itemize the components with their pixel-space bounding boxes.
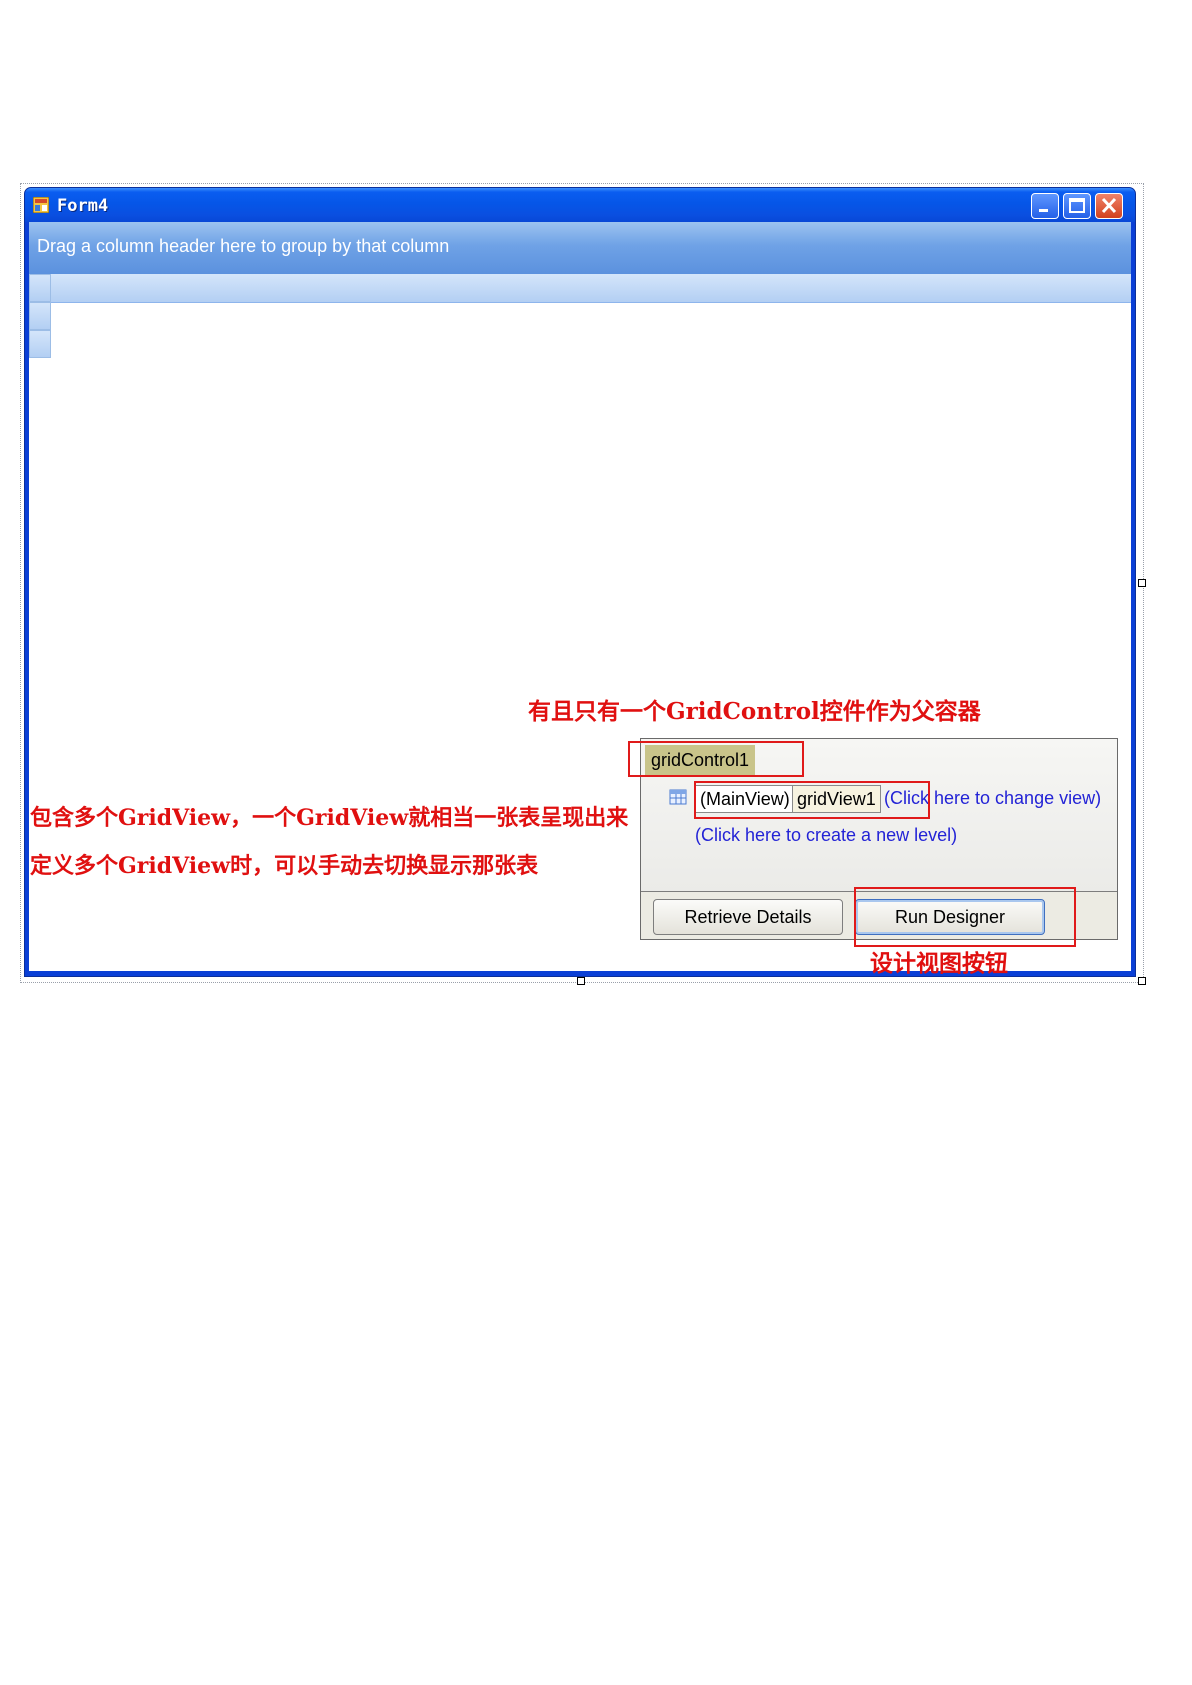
maximize-button[interactable]	[1063, 193, 1091, 219]
grid-view-icon	[669, 789, 687, 805]
highlight-run-designer	[854, 887, 1076, 947]
title-bar[interactable]: Form4	[25, 188, 1135, 222]
window-title: Form4	[57, 196, 109, 216]
group-panel-text: Drag a column header here to group by th…	[37, 236, 450, 256]
group-panel[interactable]: Drag a column header here to group by th…	[29, 222, 1131, 275]
retrieve-details-button[interactable]: Retrieve Details	[653, 899, 843, 935]
resize-grip-right[interactable]	[1138, 579, 1146, 587]
annotation-gridview-line1: 包含多个GridView，一个GridView就相当一张表呈现出来	[30, 805, 629, 831]
minimize-icon	[1039, 209, 1048, 212]
row-indicator[interactable]	[29, 302, 51, 330]
row-indicator-header[interactable]	[29, 274, 51, 302]
maximize-icon	[1069, 198, 1085, 213]
highlight-gridcontrol	[628, 741, 804, 777]
highlight-gridview	[694, 781, 930, 819]
annotation-run-designer: 设计视图按钮	[870, 950, 1008, 977]
minimize-button[interactable]	[1031, 193, 1059, 219]
create-level-link[interactable]: (Click here to create a new level)	[695, 825, 957, 846]
resize-grip-corner[interactable]	[1138, 977, 1146, 985]
close-icon	[1101, 197, 1117, 214]
column-header-row[interactable]	[29, 274, 1131, 303]
close-button[interactable]	[1095, 193, 1123, 219]
row-indicator[interactable]	[29, 330, 51, 358]
annotation-gridview-line2: 定义多个GridView时，可以手动去切换显示那张表	[30, 853, 539, 879]
annotation-gridcontrol: 有且只有一个GridControl控件作为父容器	[528, 698, 981, 725]
form-icon	[33, 197, 49, 213]
resize-grip-bottom[interactable]	[577, 977, 585, 985]
